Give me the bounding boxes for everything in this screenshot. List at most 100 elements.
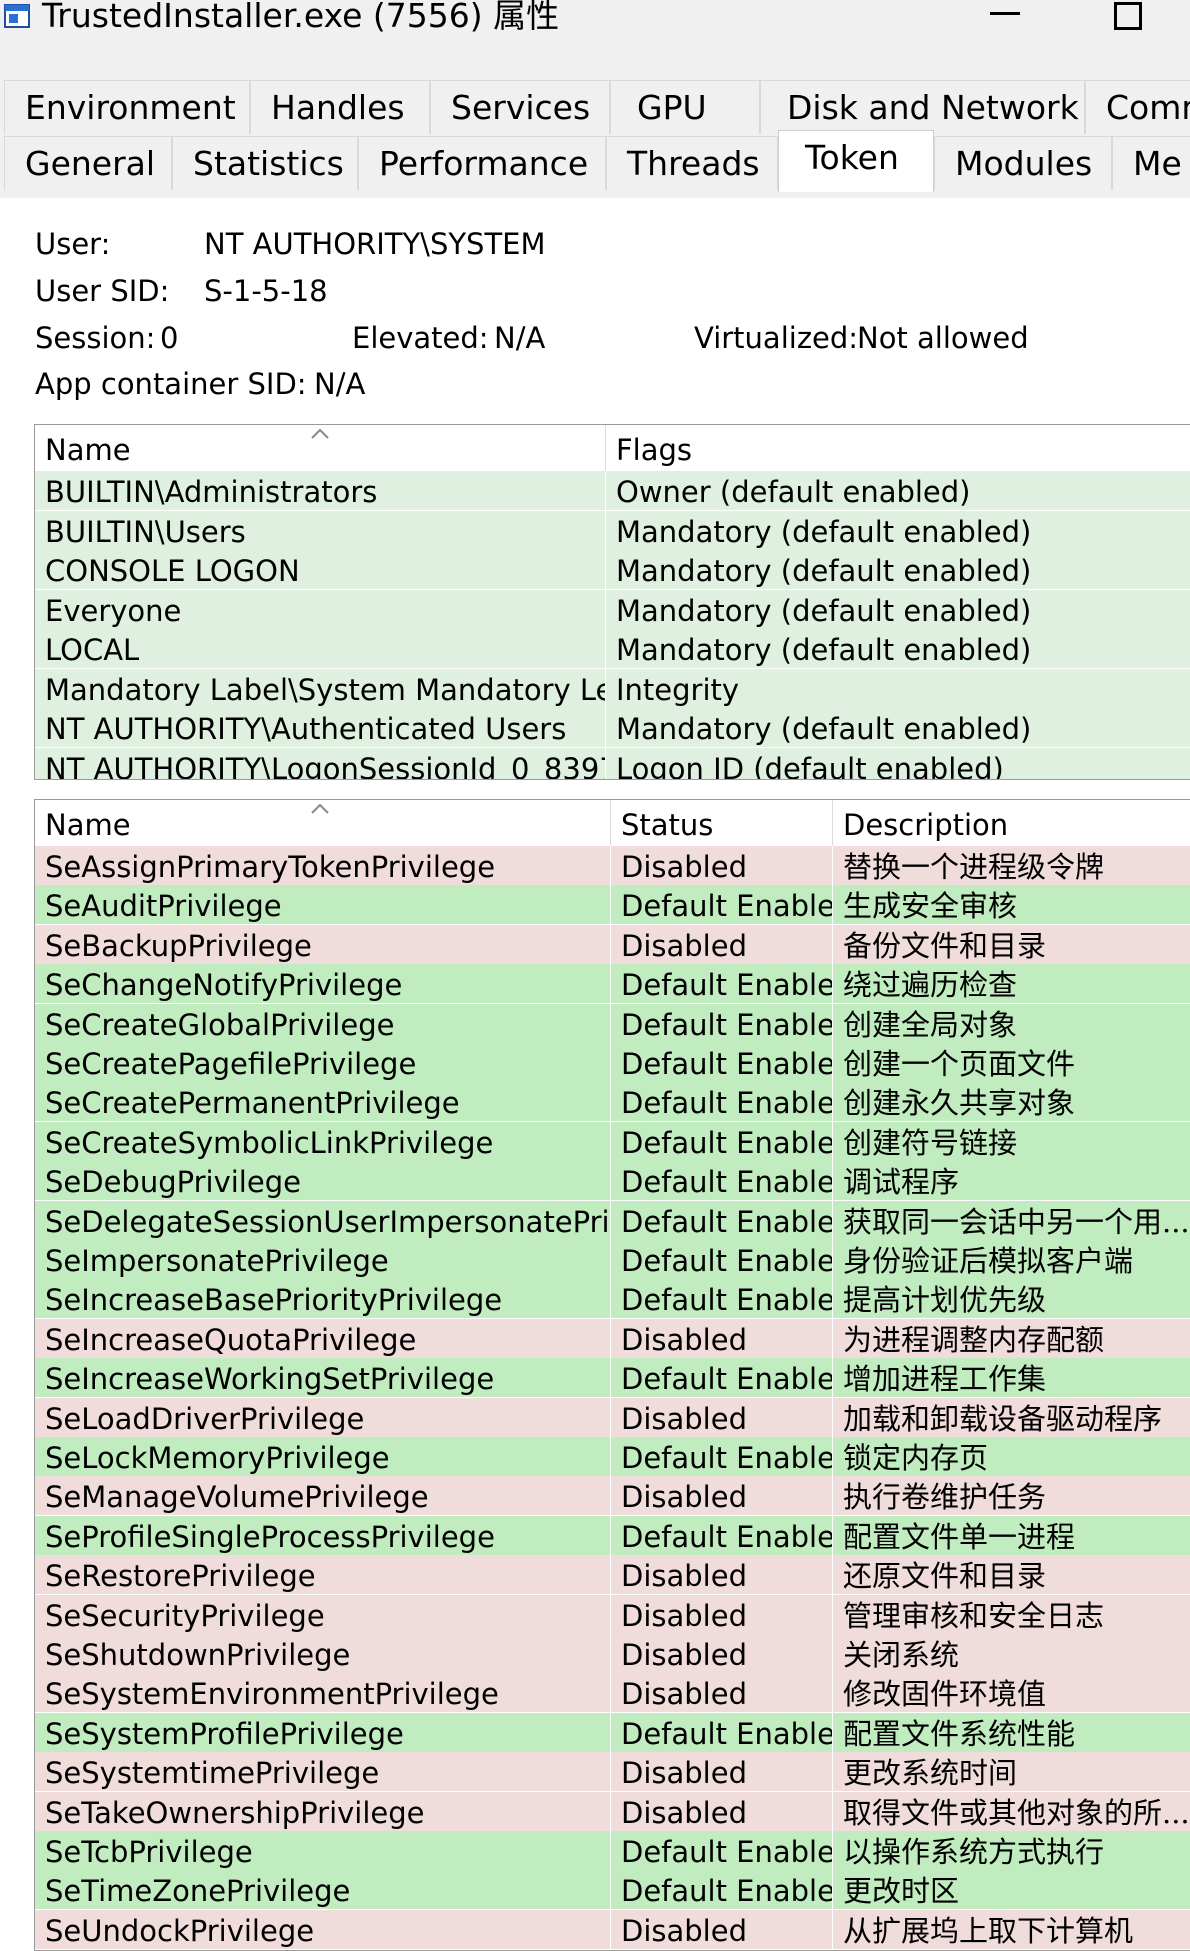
privileges-list[interactable]: Name Status Description SeAssignPrimaryT… xyxy=(34,799,1190,1951)
privilege-row[interactable]: SeCreatePermanentPrivilege Default Enable… xyxy=(35,1082,1190,1122)
privilege-status: Disabled xyxy=(610,924,832,964)
virtualized-value: Not allowed xyxy=(857,321,1029,355)
privilege-row[interactable]: SeTcbPrivilege Default Enabled 以操作系统方式执行 xyxy=(35,1831,1190,1870)
tab-gpu[interactable]: GPU xyxy=(610,80,760,134)
privilege-row[interactable]: SeIncreaseBasePriorityPrivilege Default E… xyxy=(35,1279,1190,1319)
privilege-row[interactable]: SeDebugPrivilege Default Enabled 调试程序 xyxy=(35,1161,1190,1201)
maximize-icon[interactable] xyxy=(1114,2,1142,30)
privileges-col-description[interactable]: Description xyxy=(832,800,1190,846)
privilege-status: Disabled xyxy=(610,1909,832,1949)
privilege-row[interactable]: SeUndockPrivilege Disabled 从扩展坞上取下计算机 xyxy=(35,1909,1190,1949)
group-flags: Mandatory (default enabled) xyxy=(605,510,1190,550)
group-row[interactable]: CONSOLE LOGON Mandatory (default enabled) xyxy=(35,550,1190,589)
privilege-description: 关闭系统 xyxy=(832,1634,1190,1673)
tab-me[interactable]: Me xyxy=(1112,136,1190,190)
group-flags: Owner (default enabled) xyxy=(605,471,1190,510)
privilege-description: 为进程调整内存配额 xyxy=(832,1318,1190,1358)
tab-threads[interactable]: Threads xyxy=(606,136,778,190)
privileges-col-status[interactable]: Status xyxy=(610,800,832,846)
privilege-status: Default Enabled xyxy=(610,1121,832,1161)
privilege-row[interactable]: SeProfileSingleProcessPrivilege Default E… xyxy=(35,1515,1190,1555)
privilege-status: Default Enabled xyxy=(610,1200,832,1240)
privilege-name: SeBackupPrivilege xyxy=(45,928,312,963)
tab-modules[interactable]: Modules xyxy=(934,136,1112,190)
tab-performance[interactable]: Performance xyxy=(358,136,606,190)
group-row[interactable]: BUILTIN\Users Mandatory (default enabled) xyxy=(35,510,1190,550)
privilege-name: SeShutdownPrivilege xyxy=(45,1638,351,1672)
groups-col-flags[interactable]: Flags xyxy=(605,425,1190,471)
privilege-description: 更改系统时间 xyxy=(832,1752,1190,1792)
privilege-name: SeSystemProfilePrivilege xyxy=(45,1716,404,1751)
group-name: CONSOLE LOGON xyxy=(45,554,300,588)
group-row[interactable]: NT AUTHORITY\Authenticated Users Mandator… xyxy=(35,708,1190,747)
privilege-row[interactable]: SeIncreaseQuotaPrivilege Disabled 为进程调整内存配… xyxy=(35,1318,1190,1358)
tab-services[interactable]: Services xyxy=(430,80,610,134)
privilege-row[interactable]: SeChangeNotifyPrivilege Default Enabled 绕过… xyxy=(35,964,1190,1004)
privilege-row[interactable]: SeIncreaseWorkingSetPrivilege Default Ena… xyxy=(35,1358,1190,1398)
privilege-row[interactable]: SeTimeZonePrivilege Default Enabled 更改时区 xyxy=(35,1870,1190,1910)
privilege-name: SeAssignPrimaryTokenPrivilege xyxy=(45,850,496,884)
privilege-name: SeLoadDriverPrivilege xyxy=(45,1401,365,1436)
privilege-row[interactable]: SeBackupPrivilege Disabled 备份文件和目录 xyxy=(35,924,1190,964)
privilege-name: SeDebugPrivilege xyxy=(45,1165,301,1200)
privilege-row[interactable]: SeRestorePrivilege Disabled 还原文件和目录 xyxy=(35,1555,1190,1595)
group-row[interactable]: Mandatory Label\System Mandatory Level In… xyxy=(35,668,1190,708)
sort-ascending-icon xyxy=(311,428,329,439)
privilege-row[interactable]: SeSystemProfilePrivilege Default Enabled 配… xyxy=(35,1712,1190,1752)
privilege-row[interactable]: SeSystemEnvironmentPrivilege Disabled 修改固件… xyxy=(35,1673,1190,1713)
privilege-status: Disabled xyxy=(610,1673,832,1713)
privilege-description: 创建一个页面文件 xyxy=(832,1043,1190,1082)
group-row[interactable]: NT AUTHORITY\LogonSessionId_0_8397522Log… xyxy=(35,747,1190,780)
privilege-status: Disabled xyxy=(610,1791,832,1831)
privilege-row[interactable]: SeAssignPrimaryTokenPrivilege Disabled 替换一… xyxy=(35,846,1190,885)
privilege-row[interactable]: SeAuditPrivilege Default Enabled 生成安全审核 xyxy=(35,885,1190,925)
window-title: TrustedInstaller.exe (7556) 属性 xyxy=(42,0,560,35)
privilege-row[interactable]: SeCreateSymbolicLinkPrivilege Default Ena… xyxy=(35,1121,1190,1161)
privilege-row[interactable]: SeManageVolumePrivilege Disabled 执行卷维护任务 xyxy=(35,1476,1190,1516)
privilege-name: SeDelegateSessionUserImpersonatePrivileg… xyxy=(45,1204,610,1239)
app-container-sid-label: App container SID: xyxy=(35,367,307,401)
privilege-row[interactable]: SeCreatePagefilePrivilege Default Enabled… xyxy=(35,1043,1190,1082)
privilege-row[interactable]: SeLoadDriverPrivilege Disabled 加载和卸载设备驱动程序 xyxy=(35,1397,1190,1437)
elevated-label: Elevated: xyxy=(352,321,489,355)
tab-strip: Environment Handles Services GPU Disk an… xyxy=(0,50,1190,198)
process-window-icon xyxy=(4,4,30,28)
privilege-row[interactable]: SeSecurityPrivilege Disabled 管理审核和安全日志 xyxy=(35,1594,1190,1634)
privilege-name: SeAuditPrivilege xyxy=(45,889,282,924)
privilege-description: 获取同一会话中另一个用... xyxy=(832,1200,1190,1240)
group-name: Everyone xyxy=(45,593,182,628)
groups-list[interactable]: Name Flags BUILTIN\Administrators Owner (… xyxy=(34,424,1190,780)
privilege-description: 替换一个进程级令牌 xyxy=(832,846,1190,885)
privilege-description: 取得文件或其他对象的所... xyxy=(832,1791,1190,1831)
tab-environment[interactable]: Environment xyxy=(4,80,250,134)
privilege-row[interactable]: SeLockMemoryPrivilege Default Enabled 锁定内存… xyxy=(35,1437,1190,1476)
privilege-status: Disabled xyxy=(610,1318,832,1358)
privilege-description: 执行卷维护任务 xyxy=(832,1476,1190,1516)
group-row[interactable]: BUILTIN\Administrators Owner (default ena… xyxy=(35,471,1190,510)
tab-general[interactable]: General xyxy=(4,136,172,190)
privilege-description: 创建符号链接 xyxy=(832,1121,1190,1161)
privilege-row[interactable]: SeDelegateSessionUserImpersonatePrivileg… xyxy=(35,1200,1190,1240)
privilege-description: 提高计划优先级 xyxy=(832,1279,1190,1319)
group-flags: Mandatory (default enabled) xyxy=(605,629,1190,668)
tab-token[interactable]: Token xyxy=(778,130,934,192)
privilege-row[interactable]: SeTakeOwnershipPrivilege Disabled 取得文件或其他对… xyxy=(35,1791,1190,1831)
user-label: User: xyxy=(35,227,111,261)
virtualized-label: Virtualized: xyxy=(694,321,859,355)
privilege-row[interactable]: SeCreateGlobalPrivilege Default Enabled 创建… xyxy=(35,1003,1190,1043)
tab-handles[interactable]: Handles xyxy=(250,80,430,134)
privilege-description: 修改固件环境值 xyxy=(832,1673,1190,1713)
tab-comm[interactable]: Comm xyxy=(1085,80,1190,134)
tab-disk-and-network[interactable]: Disk and Network xyxy=(760,80,1085,134)
group-row[interactable]: LOCAL Mandatory (default enabled) xyxy=(35,629,1190,668)
tab-statistics[interactable]: Statistics xyxy=(172,136,358,190)
privilege-row[interactable]: SeSystemtimePrivilege Disabled 更改系统时间 xyxy=(35,1752,1190,1792)
group-name: NT AUTHORITY\LogonSessionId_0_8397522 xyxy=(45,751,605,780)
session-value: 0 xyxy=(160,321,179,355)
privilege-row[interactable]: SeShutdownPrivilege Disabled 关闭系统 xyxy=(35,1634,1190,1673)
privilege-row[interactable]: SeImpersonatePrivilege Default Enabled 身份验… xyxy=(35,1240,1190,1279)
group-row[interactable]: Everyone Mandatory (default enabled) xyxy=(35,589,1190,629)
privileges-list-header: Name Status Description xyxy=(35,800,1190,846)
minimize-icon[interactable] xyxy=(990,12,1020,15)
privilege-status: Disabled xyxy=(610,1397,832,1437)
